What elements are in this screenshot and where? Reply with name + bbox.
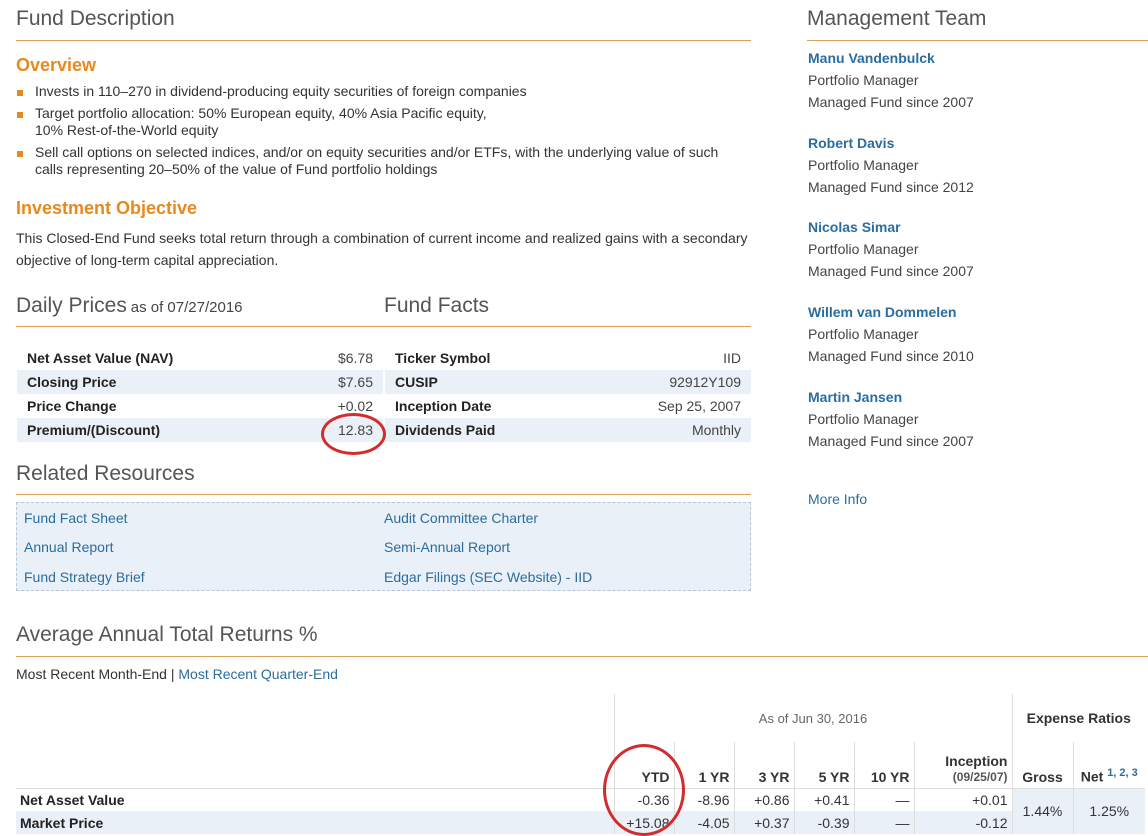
- divider: [16, 40, 751, 41]
- col-5yr: 5 YR: [793, 742, 854, 789]
- manager-since: Managed Fund since 2007: [808, 94, 974, 110]
- link-fund-fact-sheet[interactable]: Fund Fact Sheet: [24, 510, 128, 526]
- premium-discount-value: 12.83: [291, 418, 383, 442]
- manager-since: Managed Fund since 2010: [808, 348, 974, 364]
- expense-ratios-title: Expense Ratios: [1011, 694, 1145, 742]
- net-expense-value: 1.25%: [1072, 788, 1145, 834]
- manager-since: Managed Fund since 2012: [808, 179, 974, 195]
- manager-name-link[interactable]: Martin Jansen: [808, 389, 902, 405]
- returns-title: Average Annual Total Returns %: [16, 623, 318, 646]
- daily-prices-date: as of 07/27/2016: [130, 299, 243, 316]
- table-row: Closing Price $7.65: [17, 370, 383, 394]
- link-semi-annual-report[interactable]: Semi-Annual Report: [384, 539, 510, 555]
- related-resources-title: Related Resources: [16, 462, 195, 485]
- table-row: CUSIP 92912Y109: [385, 370, 751, 394]
- returns-as-of: As of Jun 30, 2016: [613, 694, 1012, 742]
- overview-title: Overview: [16, 55, 97, 75]
- col-gross: Gross: [1011, 742, 1073, 789]
- manager-name-link[interactable]: Robert Davis: [808, 135, 894, 151]
- divider: [16, 656, 1148, 657]
- table-row: Net Asset Value (NAV) $6.78: [27, 350, 373, 366]
- objective-title: Investment Objective: [16, 198, 198, 218]
- more-info-link[interactable]: More Info: [808, 491, 867, 507]
- manager-name-link[interactable]: Manu Vandenbulck: [808, 50, 935, 66]
- table-row: Premium/(Discount) 12.83: [17, 418, 383, 442]
- toggle-month-end[interactable]: Most Recent Month-End: [16, 666, 167, 682]
- list-item: Target portfolio allocation: 50% Europea…: [16, 105, 756, 139]
- daily-prices-heading: Daily Prices as of 07/27/2016: [16, 294, 243, 318]
- net-footnotes-link[interactable]: 1, 2, 3: [1107, 767, 1138, 779]
- col-3yr: 3 YR: [733, 742, 794, 789]
- table-row: Inception Date Sep 25, 2007: [395, 398, 741, 414]
- fund-description-title: Fund Description: [16, 7, 175, 30]
- table-row: Market Price +15.08 -4.05 +0.37 -0.39 — …: [16, 811, 1145, 834]
- manager-since: Managed Fund since 2007: [808, 433, 974, 449]
- manager-role: Portfolio Manager: [808, 72, 919, 88]
- daily-prices-table: Net Asset Value (NAV) $6.78 Closing Price…: [17, 346, 383, 442]
- list-item: Invests in 110–270 in dividend-producing…: [16, 83, 756, 100]
- manager-role: Portfolio Manager: [808, 157, 919, 173]
- col-net: Net 1, 2, 3: [1072, 742, 1145, 789]
- table-row: Price Change +0.02: [27, 398, 373, 414]
- returns-table: As of Jun 30, 2016 Expense Ratios YTD 1 …: [16, 694, 1145, 834]
- daily-prices-title: Daily Prices: [16, 294, 127, 317]
- col-1yr: 1 YR: [673, 742, 734, 789]
- col-inception: Inception (09/25/07): [913, 742, 1012, 789]
- table-row: Net Asset Value -0.36 -8.96 +0.86 +0.41 …: [16, 788, 1145, 834]
- fund-facts-title: Fund Facts: [384, 294, 490, 317]
- objective-text: This Closed-End Fund seeks total return …: [16, 230, 748, 268]
- list-item: Sell call options on selected indices, a…: [16, 144, 756, 178]
- manager-name-link[interactable]: Nicolas Simar: [808, 219, 901, 235]
- divider: [16, 494, 751, 495]
- col-ytd: YTD: [613, 742, 674, 789]
- gross-expense-value: 1.44%: [1011, 788, 1073, 834]
- fund-facts-table: Ticker Symbol IID CUSIP 92912Y109 Inceptio…: [385, 346, 751, 442]
- link-audit-committee-charter[interactable]: Audit Committee Charter: [384, 510, 538, 526]
- manager-since: Managed Fund since 2007: [808, 263, 974, 279]
- divider: [16, 326, 751, 327]
- manager-role: Portfolio Manager: [808, 241, 919, 257]
- link-fund-strategy-brief[interactable]: Fund Strategy Brief: [24, 569, 145, 585]
- link-annual-report[interactable]: Annual Report: [24, 539, 114, 555]
- link-edgar-filings[interactable]: Edgar Filings (SEC Website) - IID: [384, 569, 592, 585]
- col-10yr: 10 YR: [853, 742, 914, 789]
- returns-period-toggle: Most Recent Month-End | Most Recent Quar…: [16, 666, 338, 682]
- management-team-title: Management Team: [807, 7, 987, 30]
- divider: [807, 40, 1148, 41]
- manager-role: Portfolio Manager: [808, 326, 919, 342]
- table-row: Dividends Paid Monthly: [385, 418, 751, 442]
- overview-list: Invests in 110–270 in dividend-producing…: [16, 83, 756, 183]
- toggle-quarter-end[interactable]: Most Recent Quarter-End: [178, 666, 338, 682]
- table-row: Ticker Symbol IID: [395, 350, 741, 366]
- manager-name-link[interactable]: Willem van Dommelen: [808, 304, 956, 320]
- manager-role: Portfolio Manager: [808, 411, 919, 427]
